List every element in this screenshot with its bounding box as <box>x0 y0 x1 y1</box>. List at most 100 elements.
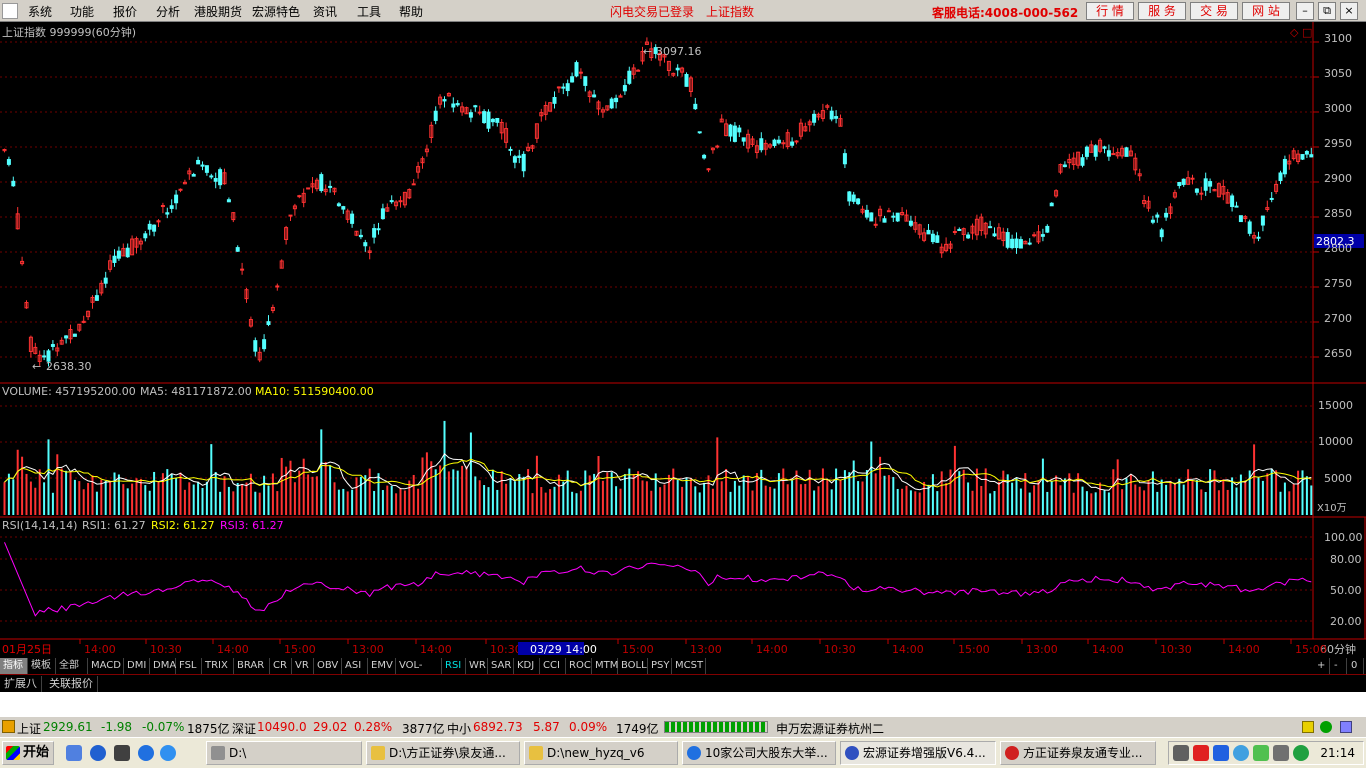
candle-body <box>512 156 517 163</box>
task-hongyuan-app[interactable]: 宏源证券增强版V6.4... <box>840 741 996 765</box>
menu-system[interactable]: 系统 <box>28 3 52 20</box>
network-icon[interactable] <box>1233 745 1249 761</box>
windows-taskbar: 开始 D:\ D:\方正证券\泉友通... D:\new_hyzq_v6 10家… <box>0 737 1366 768</box>
trade-button[interactable]: 交 易 <box>1190 2 1238 20</box>
candle-body <box>218 169 223 186</box>
security-icon[interactable] <box>1253 745 1269 761</box>
tab-obv[interactable]: OBV <box>314 658 342 674</box>
candle-body <box>1124 147 1129 157</box>
candle-body <box>1084 146 1089 157</box>
sh-index-pct: -0.07% <box>142 720 185 734</box>
tab-vol-tdx[interactable]: VOL-TDX <box>396 658 442 686</box>
index-icon[interactable] <box>2 720 15 733</box>
volume-tick: 5000 <box>1324 472 1352 485</box>
task-label: D:\new_hyzq_v6 <box>547 746 645 760</box>
candle-body <box>781 142 786 145</box>
menu-analysis[interactable]: 分析 <box>156 3 180 20</box>
service-button[interactable]: 服 务 <box>1138 2 1186 20</box>
tab-boll[interactable]: BOLL <box>618 658 648 674</box>
menu-quote[interactable]: 报价 <box>113 3 137 20</box>
task-news-browser[interactable]: 10家公司大股东大举... <box>682 741 836 765</box>
ie-icon[interactable] <box>90 745 106 761</box>
task-fangzheng-folder[interactable]: D:\方正证券\泉友通... <box>366 741 520 765</box>
tab-roc[interactable]: ROC <box>566 658 592 674</box>
app-logo-icon[interactable] <box>2 3 18 19</box>
folder-icon <box>371 746 385 760</box>
tab-rsi[interactable]: RSI <box>442 658 466 674</box>
tab-dmi[interactable]: DMI <box>124 658 150 674</box>
tab-wr[interactable]: WR <box>466 658 488 674</box>
kline-chart[interactable]: 上证指数 999999(60分钟) ◇ □ ← 3097.16 ← 2638.3… <box>0 22 1366 657</box>
zoom-in-button[interactable]: + <box>1314 658 1330 674</box>
time-axis-label: 03/29 14:00 <box>530 643 597 656</box>
tab-全部[interactable]: 全部 <box>56 658 88 674</box>
candle-body <box>891 215 896 218</box>
candle-body <box>1300 154 1305 160</box>
menu-help[interactable]: 帮助 <box>399 3 423 20</box>
show-desktop-icon[interactable] <box>66 745 82 761</box>
tab-cr[interactable]: CR <box>270 658 292 674</box>
task-drive-d[interactable]: D:\ <box>206 741 362 765</box>
time-axis-label: 15:00 <box>1295 643 1327 656</box>
candle-body <box>1177 182 1182 187</box>
tab-vr[interactable]: VR <box>292 658 314 674</box>
tab-fsl[interactable]: FSL <box>176 658 202 674</box>
notice-icon[interactable] <box>1302 721 1314 733</box>
tab-mtm[interactable]: MTM <box>592 658 618 674</box>
keyboard-icon[interactable] <box>1173 745 1189 761</box>
candle-body <box>1106 150 1111 157</box>
tab-asi[interactable]: ASI <box>342 658 368 674</box>
tab-trix[interactable]: TRIX <box>202 658 234 674</box>
tab-macd[interactable]: MACD <box>88 658 124 674</box>
candle-body <box>297 195 302 198</box>
fangzheng-app-icon <box>1005 746 1019 760</box>
price-tick: 2850 <box>1324 207 1352 220</box>
update-icon[interactable] <box>1293 745 1309 761</box>
menu-hongyuan[interactable]: 宏源特色 <box>252 3 300 20</box>
tab-指标[interactable]: 指标 <box>0 658 28 674</box>
tab-related-quote[interactable]: 关联报价 <box>45 676 98 692</box>
shield-icon[interactable] <box>1213 745 1229 761</box>
menu-function[interactable]: 功能 <box>70 3 94 20</box>
candle-body <box>790 141 795 146</box>
candle-body <box>372 228 377 238</box>
window-icon[interactable] <box>114 745 130 761</box>
candle-body <box>174 194 179 204</box>
tab-psy[interactable]: PSY <box>648 658 672 674</box>
reset-button[interactable]: 0 <box>1348 658 1364 674</box>
tab-sar[interactable]: SAR <box>488 658 514 674</box>
start-button[interactable]: 开始 <box>2 741 54 765</box>
tab-dma[interactable]: DMA <box>150 658 176 674</box>
sz-index-name: 深证 <box>232 722 257 736</box>
tab-mcst[interactable]: MCST <box>672 658 706 674</box>
connection-icon[interactable] <box>1320 721 1332 733</box>
browser-icon[interactable] <box>138 745 154 761</box>
menu-tools[interactable]: 工具 <box>357 3 381 20</box>
tab-brar[interactable]: BRAR <box>234 658 270 674</box>
task-fangzheng-app[interactable]: 方正证券泉友通专业... <box>1000 741 1156 765</box>
tab-emv[interactable]: EMV <box>368 658 396 674</box>
messenger-icon[interactable] <box>160 745 176 761</box>
close-icon[interactable]: × <box>1340 2 1358 20</box>
quote-button[interactable]: 行 情 <box>1086 2 1134 20</box>
tab-cci[interactable]: CCI <box>540 658 566 674</box>
candle-body <box>829 110 834 120</box>
tab-模板[interactable]: 模板 <box>28 658 56 674</box>
flag-icon[interactable] <box>1193 745 1209 761</box>
zoom-out-button[interactable]: - <box>1331 658 1347 674</box>
volume-icon[interactable] <box>1273 745 1289 761</box>
website-button[interactable]: 网 站 <box>1242 2 1290 20</box>
settings-icon[interactable] <box>1340 721 1352 733</box>
task-hyzq-folder[interactable]: D:\new_hyzq_v6 <box>524 741 678 765</box>
menu-hk-futures[interactable]: 港股期货 <box>194 3 242 20</box>
menu-news[interactable]: 资讯 <box>313 3 337 20</box>
chart-options-icon[interactable]: ◇ <box>1290 26 1299 39</box>
tab-extension-eight[interactable]: 扩展八 <box>0 676 42 692</box>
candle-body <box>363 242 368 247</box>
tab-kdj[interactable]: KDJ <box>514 658 540 674</box>
restore-icon[interactable]: ⧉ <box>1318 2 1336 20</box>
rsi-tick: 100.00 <box>1324 531 1363 544</box>
minimize-icon[interactable]: – <box>1296 2 1314 20</box>
chart-close-icon[interactable]: □ <box>1302 26 1312 39</box>
candle-body <box>675 67 680 71</box>
